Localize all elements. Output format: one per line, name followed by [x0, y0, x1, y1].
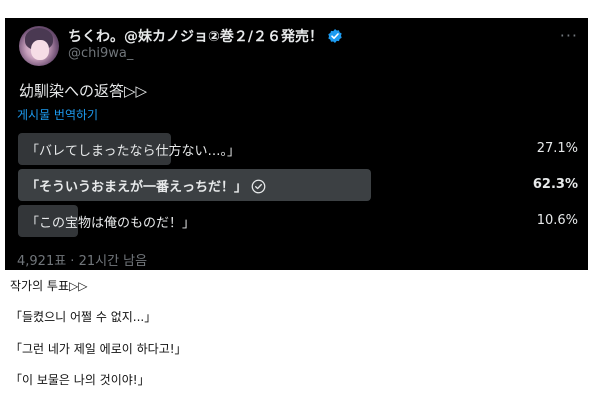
caption-line-1: 「들켰으니 어쩔 수 없지...」	[10, 310, 157, 324]
poll-option-3: 「この宝物は俺のものだ！」 10.6%	[18, 205, 584, 237]
display-name-row[interactable]: ちくわ。@妹カノジョ②巻２/２６発売！	[68, 26, 343, 46]
more-options-icon[interactable]: ···	[560, 26, 578, 45]
display-name[interactable]: ちくわ。@妹カノジョ②巻２/２６発売！	[68, 29, 323, 45]
verified-badge-icon	[328, 29, 342, 43]
poll-option-label: 「この宝物は俺のものだ！」	[26, 216, 196, 231]
poll-option-percent: 10.6%	[536, 213, 578, 228]
user-handle[interactable]: @chi9wa_	[68, 46, 133, 61]
caption-line-3: 「이 보물은 나의 것이야!」	[10, 373, 150, 387]
translate-post-link[interactable]: 게시물 번역하기	[17, 106, 98, 123]
avatar-face	[31, 40, 49, 60]
check-circle-icon	[251, 179, 266, 194]
poll-option-label: 「そういうおまえが一番えっちだ！」	[26, 180, 248, 195]
poll-option-percent: 62.3%	[532, 177, 578, 192]
avatar[interactable]	[19, 26, 59, 66]
poll-option-label-row: 「そういうおまえが一番えっちだ！」	[26, 176, 266, 195]
poll-option-label: 「バレてしまったなら仕方ない…。」	[26, 144, 240, 159]
poll-footer: 4,921표 · 21시간 남음	[17, 254, 148, 269]
caption-line-2: 「그런 네가 제일 에로이 하다고!」	[10, 342, 187, 356]
poll-option-percent: 27.1%	[536, 141, 578, 156]
tweet-text: 幼馴染への返答▷▷	[19, 82, 148, 100]
poll-option-1: 「バレてしまったなら仕方ない…。」 27.1%	[18, 133, 584, 165]
tweet-card: ちくわ。@妹カノジョ②巻２/２６発売！ @chi9wa_ ··· 幼馴染への返答…	[5, 18, 588, 270]
caption-title: 작가의 투표▷▷	[10, 279, 88, 293]
poll-option-2: 「そういうおまえが一番えっちだ！」 62.3%	[18, 169, 584, 201]
